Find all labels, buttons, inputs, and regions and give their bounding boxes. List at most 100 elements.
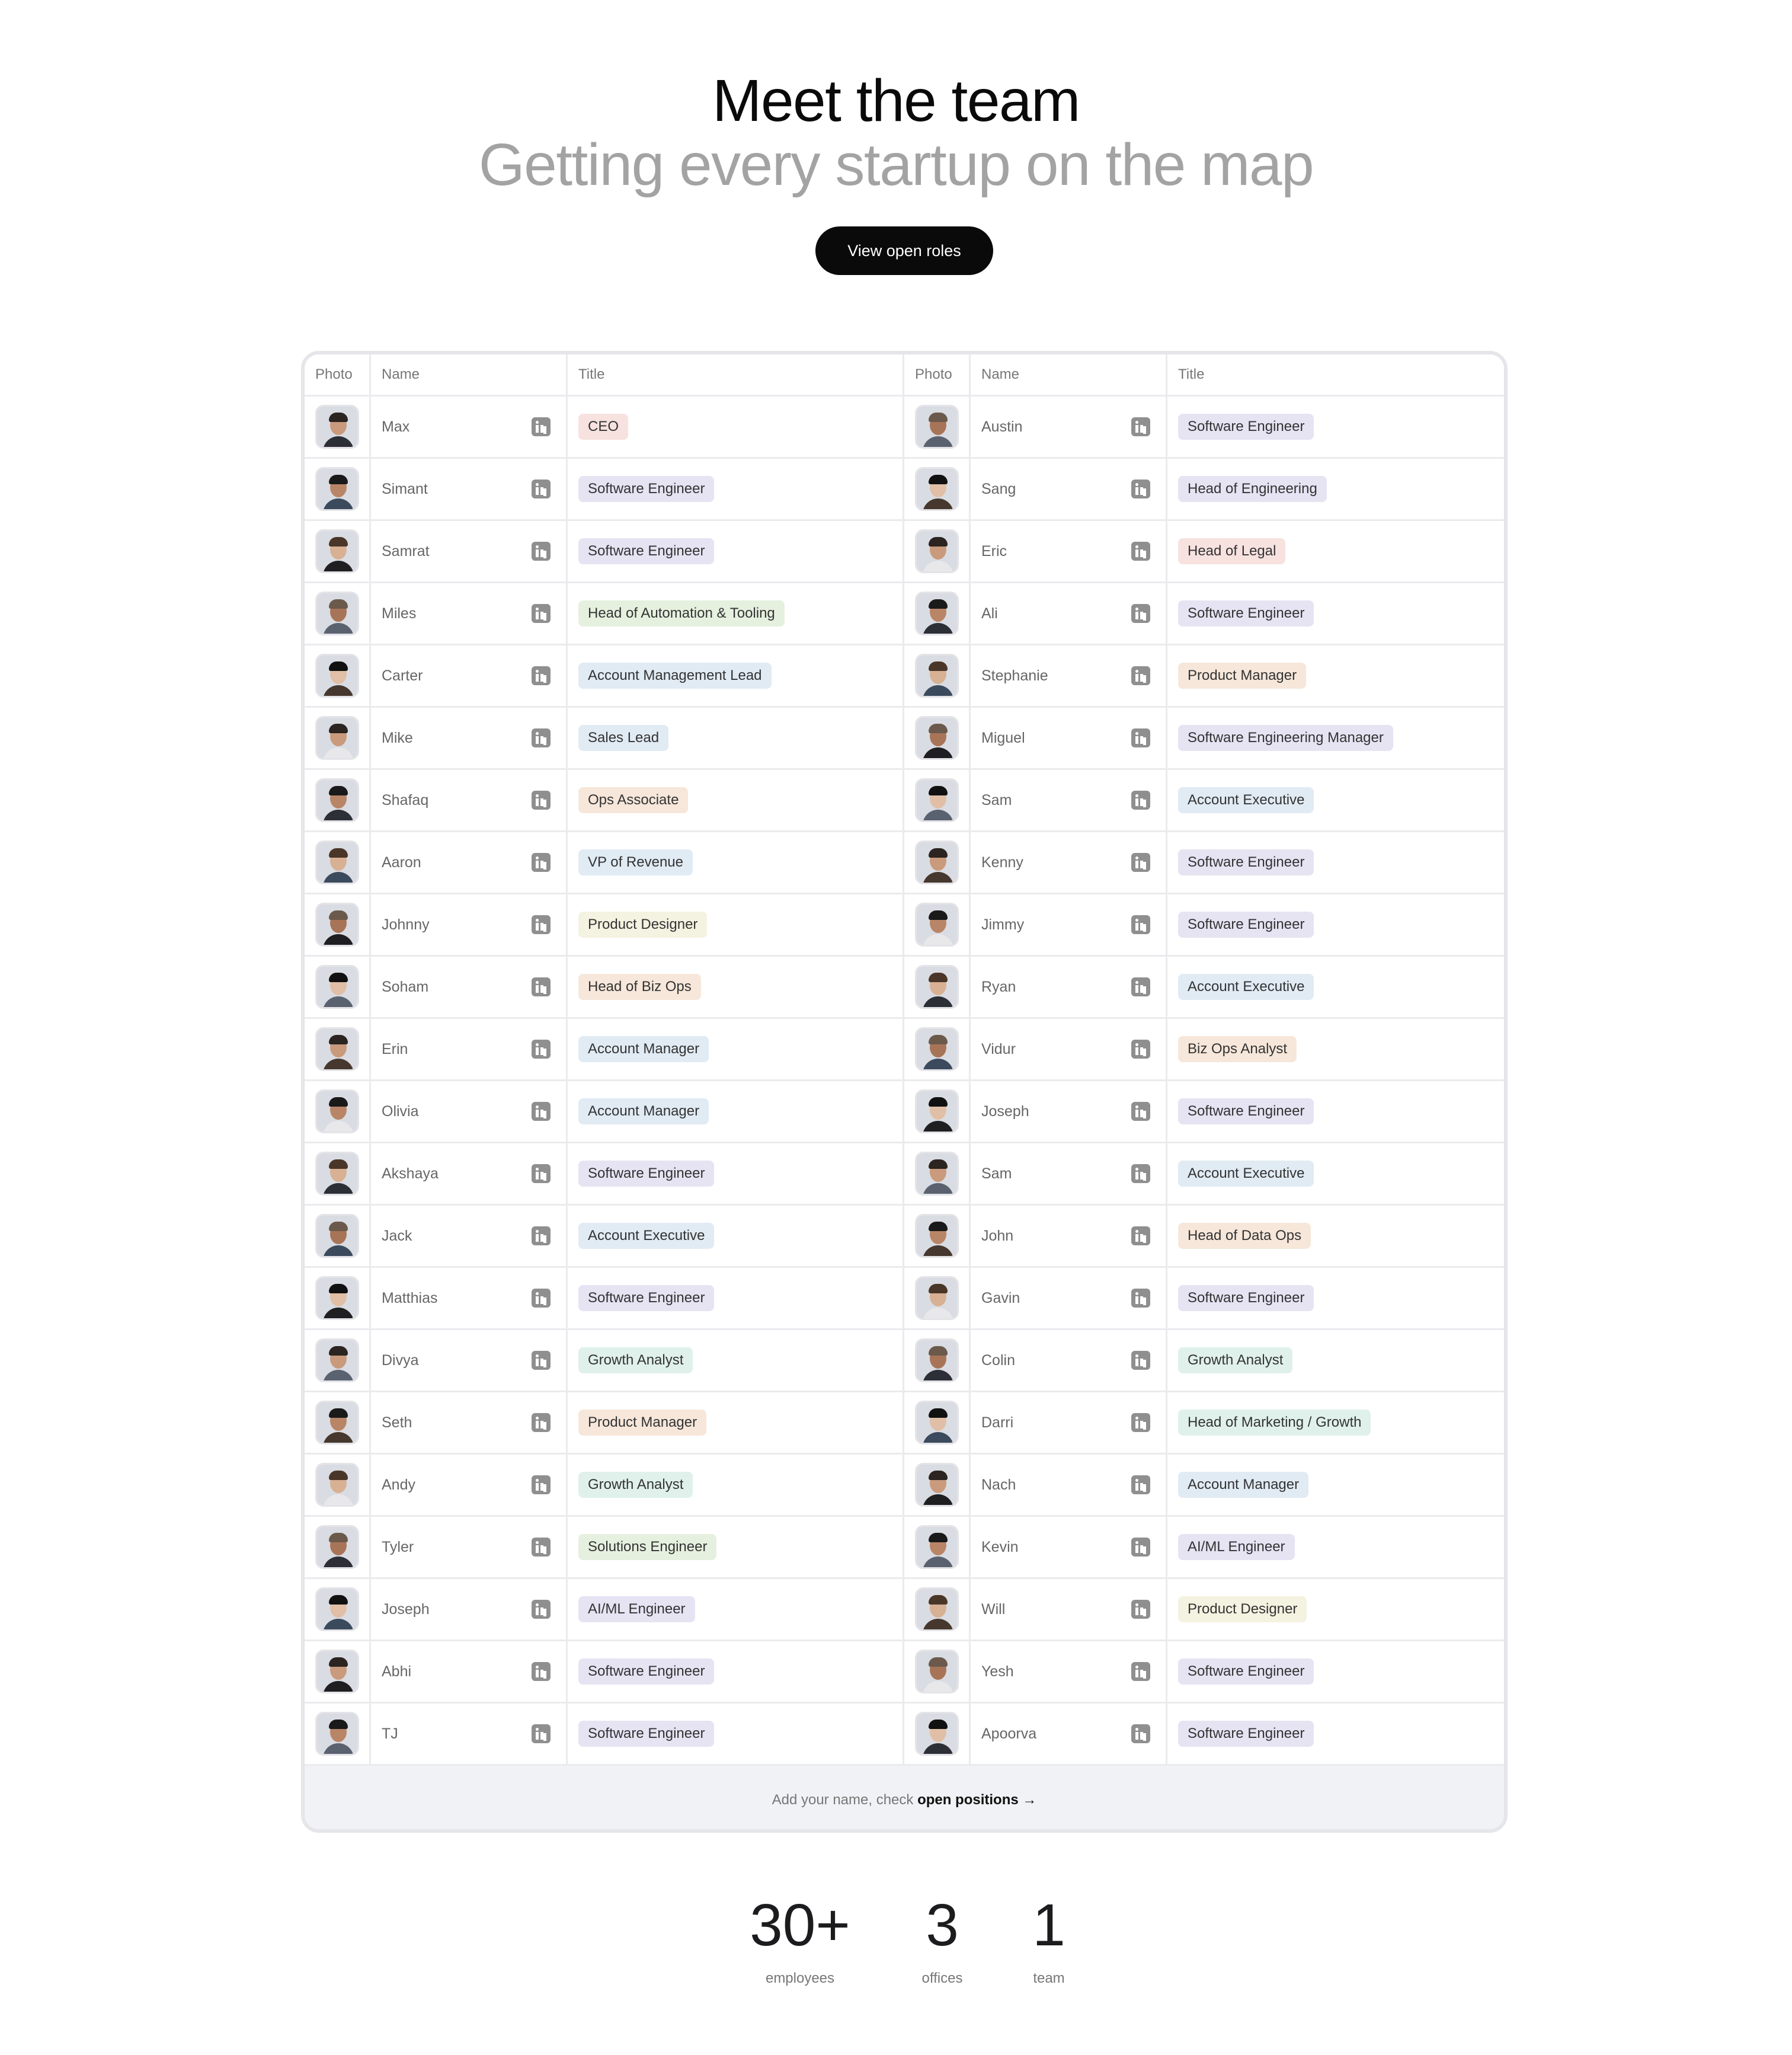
linkedin-icon[interactable] xyxy=(532,542,551,561)
linkedin-icon[interactable] xyxy=(532,791,551,810)
linkedin-icon[interactable] xyxy=(1131,915,1150,934)
title-cell: Growth Analyst xyxy=(568,1455,904,1517)
linkedin-icon[interactable] xyxy=(1131,853,1150,872)
person-name: Miles xyxy=(382,605,417,622)
title-badge: Head of Automation & Tooling xyxy=(578,600,785,627)
linkedin-icon[interactable] xyxy=(532,915,551,934)
person-name: Erin xyxy=(382,1040,408,1057)
linkedin-icon[interactable] xyxy=(1131,604,1150,623)
title-cell: Product Manager xyxy=(1167,645,1504,708)
table-row: Divya Growth Analyst Colin Growth Analyst xyxy=(305,1330,1504,1392)
linkedin-icon[interactable] xyxy=(1131,480,1150,498)
person-name: Johnny xyxy=(382,916,430,933)
linkedin-icon[interactable] xyxy=(1131,977,1150,996)
open-positions-link[interactable]: open positions → xyxy=(917,1792,1036,1808)
linkedin-icon[interactable] xyxy=(532,853,551,872)
table-row: Soham Head of Biz Ops Ryan Account Executiv… xyxy=(305,957,1504,1019)
name-cell: Carter xyxy=(371,645,568,708)
linkedin-icon[interactable] xyxy=(532,1040,551,1059)
avatar xyxy=(315,592,359,635)
linkedin-icon[interactable] xyxy=(1131,1662,1150,1681)
name-cell: Shafaq xyxy=(371,770,568,832)
table-row: Shafaq Ops Associate Sam Account Executive xyxy=(305,770,1504,832)
linkedin-icon[interactable] xyxy=(532,1600,551,1619)
stat-label: employees xyxy=(765,1970,835,1986)
linkedin-icon[interactable] xyxy=(532,666,551,685)
linkedin-icon[interactable] xyxy=(532,604,551,623)
linkedin-icon[interactable] xyxy=(532,977,551,996)
person-name: Aaron xyxy=(382,854,421,871)
title-cell: Software Engineer xyxy=(1167,1704,1504,1766)
name-cell: Mike xyxy=(371,708,568,770)
title-cell: Software Engineer xyxy=(1167,583,1504,645)
linkedin-icon[interactable] xyxy=(1131,1724,1150,1743)
stat-value: 30+ xyxy=(750,1892,850,1958)
title-cell: Account Executive xyxy=(1167,1143,1504,1206)
title-cell: Growth Analyst xyxy=(1167,1330,1504,1392)
title-badge: Account Manager xyxy=(578,1036,709,1062)
linkedin-icon[interactable] xyxy=(1131,417,1150,436)
linkedin-icon[interactable] xyxy=(1131,1600,1150,1619)
avatar xyxy=(315,1650,359,1693)
title-cell: Sales Lead xyxy=(568,708,904,770)
linkedin-icon[interactable] xyxy=(532,1662,551,1681)
avatar xyxy=(914,1463,959,1507)
linkedin-icon[interactable] xyxy=(1131,666,1150,685)
photo-cell xyxy=(305,1268,371,1330)
linkedin-icon[interactable] xyxy=(532,1289,551,1308)
photo-cell xyxy=(305,521,371,583)
title-badge: Account Manager xyxy=(1178,1472,1309,1498)
linkedin-icon[interactable] xyxy=(532,1351,551,1370)
avatar xyxy=(914,1338,959,1382)
linkedin-icon[interactable] xyxy=(532,1413,551,1432)
title-badge: Account Executive xyxy=(1178,974,1314,1000)
photo-cell xyxy=(904,1455,971,1517)
linkedin-icon[interactable] xyxy=(1131,1226,1150,1245)
linkedin-icon[interactable] xyxy=(1131,1351,1150,1370)
title-cell: AI/ML Engineer xyxy=(1167,1517,1504,1579)
avatar xyxy=(315,840,359,884)
avatar xyxy=(914,1650,959,1693)
title-badge: Software Engineering Manager xyxy=(1178,725,1393,751)
linkedin-icon[interactable] xyxy=(1131,542,1150,561)
person-name: Will xyxy=(981,1600,1006,1618)
linkedin-icon[interactable] xyxy=(1131,1475,1150,1494)
title-badge: Growth Analyst xyxy=(578,1472,693,1498)
linkedin-icon[interactable] xyxy=(532,728,551,747)
linkedin-icon[interactable] xyxy=(532,417,551,436)
linkedin-icon[interactable] xyxy=(1131,791,1150,810)
team-table-panel: Photo Name Title Photo Name Title Max CEO… xyxy=(301,351,1508,1833)
photo-cell xyxy=(904,1641,971,1704)
table-header-row: Photo Name Title Photo Name Title xyxy=(305,354,1504,397)
title-cell: Account Manager xyxy=(568,1019,904,1081)
linkedin-icon[interactable] xyxy=(1131,728,1150,747)
linkedin-icon[interactable] xyxy=(532,1538,551,1557)
linkedin-icon[interactable] xyxy=(532,1102,551,1121)
linkedin-icon[interactable] xyxy=(1131,1102,1150,1121)
linkedin-icon[interactable] xyxy=(1131,1413,1150,1432)
title-cell: Software Engineer xyxy=(1167,832,1504,894)
person-name: Joseph xyxy=(382,1600,430,1618)
linkedin-icon[interactable] xyxy=(532,1164,551,1183)
linkedin-icon[interactable] xyxy=(532,1724,551,1743)
photo-cell xyxy=(305,1641,371,1704)
linkedin-icon[interactable] xyxy=(532,1475,551,1494)
title-badge: Product Designer xyxy=(1178,1596,1307,1622)
linkedin-icon[interactable] xyxy=(1131,1040,1150,1059)
name-cell: Sam xyxy=(971,1143,1167,1206)
person-name: Carter xyxy=(382,667,423,684)
linkedin-icon[interactable] xyxy=(1131,1289,1150,1308)
linkedin-icon[interactable] xyxy=(532,1226,551,1245)
view-open-roles-button[interactable]: View open roles xyxy=(815,226,993,275)
name-cell: Gavin xyxy=(971,1268,1167,1330)
linkedin-icon[interactable] xyxy=(1131,1164,1150,1183)
linkedin-icon[interactable] xyxy=(1131,1538,1150,1557)
title-badge: Software Engineer xyxy=(1178,1098,1314,1124)
title-badge: Software Engineer xyxy=(578,1721,715,1747)
photo-cell xyxy=(305,1517,371,1579)
name-cell: Austin xyxy=(971,397,1167,459)
person-name: Sang xyxy=(981,480,1016,497)
title-badge: Software Engineer xyxy=(1178,1721,1314,1747)
linkedin-icon[interactable] xyxy=(532,480,551,498)
photo-cell xyxy=(904,957,971,1019)
